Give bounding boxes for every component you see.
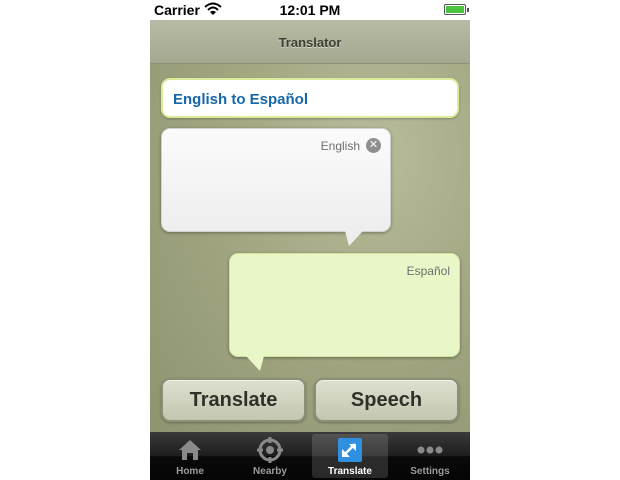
source-text-bubble[interactable]: English ✕ [161, 128, 391, 232]
tab-label: Home [176, 466, 204, 477]
status-time: 12:01 PM [279, 2, 341, 18]
translate-button[interactable]: Translate [161, 378, 306, 422]
tab-nearby[interactable]: Nearby [232, 434, 308, 478]
tab-translate[interactable]: Translate [312, 434, 388, 478]
battery-icon [444, 4, 469, 15]
tab-home[interactable]: Home [152, 434, 228, 478]
translator-content: English to Español English ✕ Español Tra… [150, 64, 470, 432]
language-pair-selector[interactable]: English to Español [161, 78, 459, 118]
source-bubble-tail [345, 231, 363, 246]
more-icon [417, 446, 443, 454]
page-title: Translator [278, 35, 342, 50]
tab-bar: Home Nearby Translate Settings [150, 432, 470, 480]
tab-label: Translate [328, 466, 372, 477]
speech-button[interactable]: Speech [314, 378, 459, 422]
target-bubble-tail [246, 356, 264, 371]
language-pair-label: English to Español [173, 91, 309, 108]
source-language-label: English [320, 139, 360, 153]
navigation-bar: Translator [150, 20, 470, 64]
tab-settings[interactable]: Settings [392, 434, 468, 478]
clear-icon[interactable]: ✕ [366, 138, 381, 153]
tab-label: Nearby [253, 466, 287, 477]
translate-icon [338, 438, 362, 462]
tab-label: Settings [410, 466, 450, 477]
phone-screen: Carrier 12:01 PM Translator English to E… [150, 0, 470, 480]
target-text-bubble[interactable]: Español [229, 253, 460, 357]
target-language-label: Español [406, 264, 450, 278]
crosshair-icon [257, 437, 283, 463]
status-bar: Carrier 12:01 PM [150, 0, 470, 20]
home-icon [179, 440, 201, 460]
